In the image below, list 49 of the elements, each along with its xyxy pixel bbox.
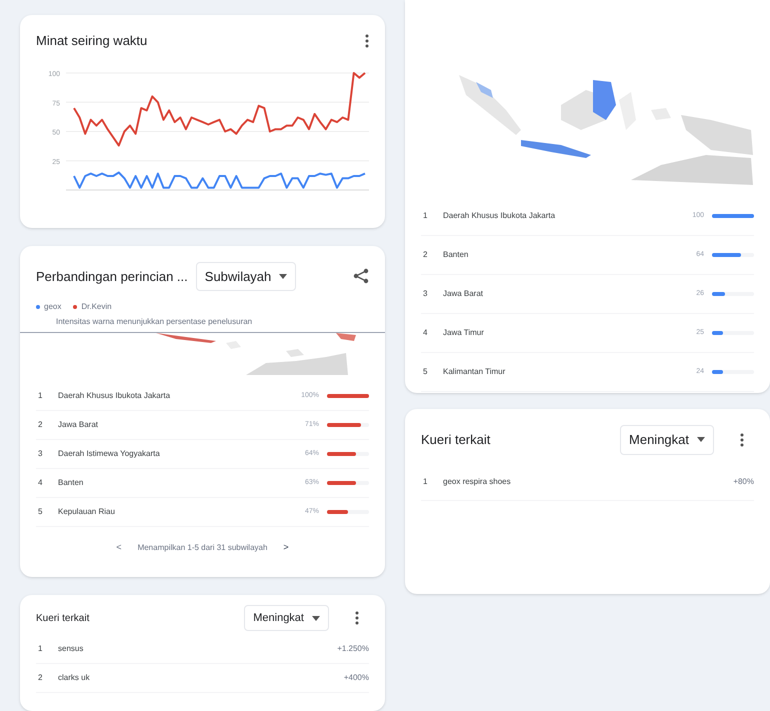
rank-number: 5 [422,366,428,378]
caret-icon [312,616,320,621]
rank-number: 1 [422,210,428,222]
rank-number: 2 [37,672,44,684]
query-link[interactable]: sensus [58,643,338,656]
map-note: Intensitas warna menunjukkan persentase penelusuran [56,316,254,328]
region-name: Jawa Barat [58,419,100,432]
more-icon[interactable] [740,432,744,447]
pagination-text: Menampilkan 1-5 dari 31 subwilayah [138,542,268,554]
rank-number: 3 [37,448,44,460]
region-name: Daerah Khusus Ibukota Jakarta [443,210,556,222]
more-icon[interactable] [365,34,369,48]
rank-number: 4 [37,477,44,490]
region-name: Banten [58,477,84,490]
rank-number: 3 [422,288,428,300]
query-link[interactable]: clarks uk [58,672,344,684]
region-name: Banten [443,249,470,261]
query-link[interactable]: geox respira shoes [443,476,734,488]
change-value: +80% [733,476,754,488]
rank-number: 2 [37,419,44,432]
share-icon[interactable] [353,268,369,284]
card-title: Kueri terkait [421,431,490,449]
previous-page-button[interactable]: < [116,541,122,555]
sort-dropdown[interactable]: Meningkat [244,604,329,632]
card-title: Minat seiring waktu [36,32,148,50]
region-dropdown[interactable]: Subwilayah [196,262,296,292]
card-title: Perbandingan perincian ... [36,268,188,286]
rank-number: 1 [422,476,428,488]
rank-number: 5 [37,506,44,518]
region-name: Jawa Timur [443,327,485,339]
more-icon[interactable] [355,611,359,626]
sort-dropdown[interactable]: Meningkat [620,425,714,454]
region-name: Kepulauan Riau [58,506,116,518]
change-value: +400% [344,672,369,684]
caret-icon [697,437,705,442]
card-title: Kueri terkait [36,612,90,626]
rank-number: 1 [37,643,44,656]
change-value: +1.250% [337,643,369,656]
region-name: Daerah Istimewa Yogyakarta [58,448,161,460]
legend-label: Dr.Kevin [81,301,112,314]
legend-label: geox [44,301,62,314]
next-page-button[interactable]: > [283,541,289,555]
region-name: Jawa Barat [443,288,484,300]
region-name: Kalimantan Timur [443,366,506,378]
rank-number: 2 [422,249,428,261]
rank-number: 1 [37,390,44,402]
region-name: Daerah Khusus Ibukota Jakarta [58,390,172,402]
caret-icon [279,274,288,279]
rank-number: 4 [422,327,428,339]
